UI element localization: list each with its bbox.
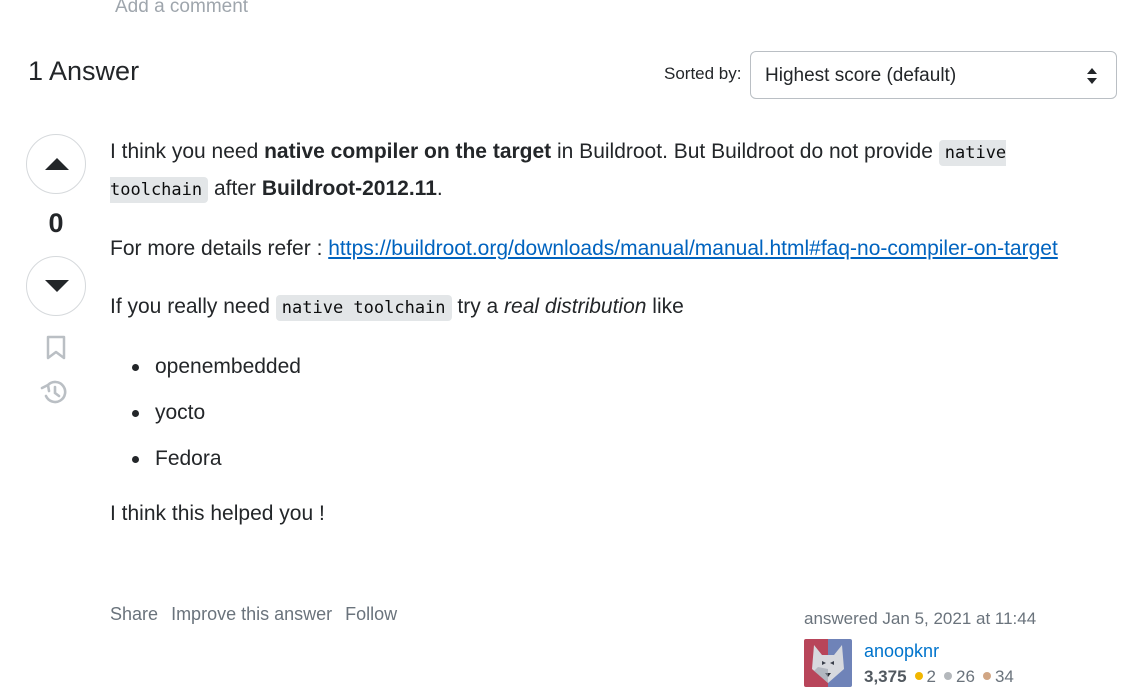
downvote-button[interactable] <box>26 256 86 316</box>
answered-time: answered Jan 5, 2021 at 11:44 <box>804 609 1037 628</box>
select-arrows-icon <box>1087 68 1097 84</box>
share-link[interactable]: Share <box>110 604 158 624</box>
silver-badge-icon <box>944 672 953 680</box>
bold-text: Buildroot-2012.11 <box>261 177 437 200</box>
answer-paragraph: For more details refer : https://buildro… <box>110 231 1110 266</box>
bookmark-icon[interactable] <box>45 335 67 361</box>
add-comment-link[interactable]: Add a comment <box>115 0 248 18</box>
italic-text: real distribution <box>504 295 647 318</box>
follow-link[interactable]: Follow <box>345 604 397 624</box>
history-icon[interactable] <box>40 378 70 406</box>
text: I think you need <box>110 140 265 163</box>
bronze-badge-icon <box>982 672 991 680</box>
answer-paragraph: If you really need native toolchain try … <box>110 289 1110 326</box>
arrow-down-icon <box>45 280 69 292</box>
text: in Buildroot. But Buildroot do not provi… <box>551 140 939 163</box>
user-avatar[interactable] <box>804 639 852 687</box>
text: If you really need <box>110 295 276 318</box>
manual-link[interactable]: https://buildroot.org/downloads/manual/m… <box>328 237 1058 260</box>
text: after <box>208 177 262 200</box>
inline-code: native toolchain <box>275 295 452 321</box>
improve-answer-link[interactable]: Improve this answer <box>171 604 332 624</box>
user-name-link[interactable]: anoopknr <box>864 641 939 662</box>
answer-paragraph: I think you need native compiler on the … <box>110 134 1110 208</box>
gold-badge-icon <box>914 672 923 680</box>
silver-badge-count: 26 <box>956 667 975 686</box>
text: like <box>646 295 684 318</box>
gold-badge-count: 2 <box>926 667 937 686</box>
user-reputation: 3,375 2 26 34 <box>864 667 1022 687</box>
distribution-list: openembedded yocto Fedora <box>132 349 1110 476</box>
wolf-avatar-icon <box>804 639 852 687</box>
vote-count: 0 <box>48 208 64 238</box>
sort-label: Sorted by: <box>664 64 742 83</box>
list-item: openembedded <box>132 349 1110 384</box>
answer-paragraph: I think this helped you ! <box>110 502 325 525</box>
bronze-badge-count: 34 <box>994 667 1014 686</box>
sort-select[interactable]: Highest score (default) <box>750 51 1117 99</box>
answers-header: 1 Answer <box>28 56 140 86</box>
upvote-button[interactable] <box>26 134 86 194</box>
reputation-score: 3,375 <box>864 667 907 686</box>
bold-text: native compiler on the target <box>264 140 552 163</box>
text: For more details refer : <box>110 237 329 260</box>
answer-body: I think you need native compiler on the … <box>110 134 1110 554</box>
post-menu: Share Improve this answer Follow <box>110 604 405 625</box>
list-item: Fedora <box>132 441 1110 476</box>
text: . <box>436 177 443 200</box>
text: try a <box>451 295 505 318</box>
list-item: yocto <box>132 395 1110 430</box>
sort-select-value: Highest score (default) <box>765 65 957 86</box>
arrow-up-icon <box>45 158 69 170</box>
